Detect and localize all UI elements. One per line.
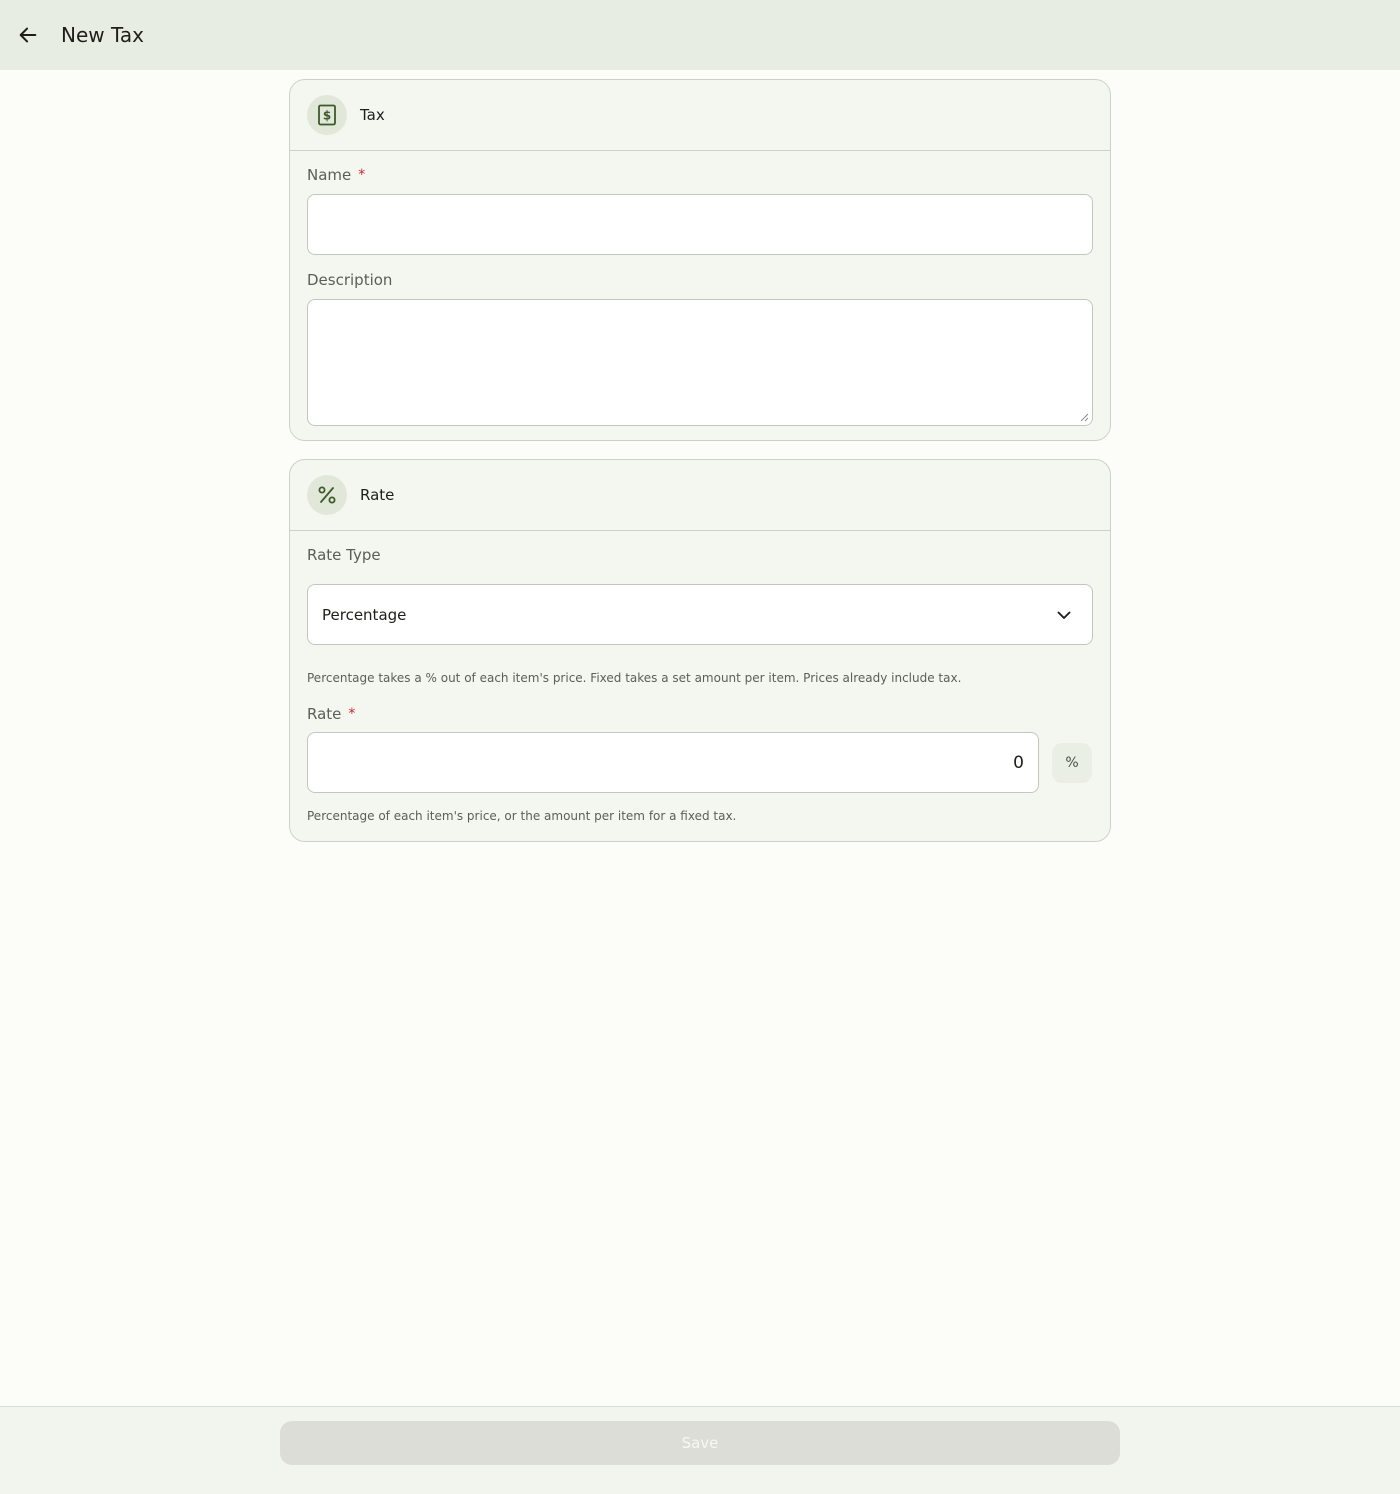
description-label-text: Description: [307, 271, 393, 289]
receipt-dollar-icon: $: [318, 104, 336, 126]
description-textarea[interactable]: [307, 299, 1093, 426]
rate-card-title: Rate: [360, 486, 395, 504]
chevron-down-icon: [1057, 611, 1071, 619]
required-mark: *: [358, 167, 366, 183]
top-app-bar: New Tax: [0, 0, 1400, 70]
required-mark: *: [348, 706, 356, 722]
tax-card-body: Name * Description: [290, 166, 1110, 440]
page-title: New Tax: [61, 23, 144, 47]
rate-input[interactable]: 0: [307, 732, 1039, 793]
tax-card: $ Tax Name * Description: [289, 79, 1111, 441]
tax-card-header: $ Tax: [290, 80, 1110, 151]
rate-input-row: 0 %: [307, 732, 1093, 793]
rate-unit-badge: %: [1052, 742, 1092, 783]
rate-type-label: Rate Type: [307, 546, 1093, 564]
rate-value: 0: [1013, 752, 1024, 773]
svg-text:$: $: [323, 109, 331, 123]
tax-card-title: Tax: [360, 106, 385, 124]
bottom-action-bar: Save: [0, 1406, 1400, 1494]
description-label: Description: [307, 271, 1093, 289]
rate-label-text: Rate: [307, 705, 342, 723]
rate-card-header: Rate: [290, 460, 1110, 531]
rate-type-label-text: Rate Type: [307, 546, 381, 564]
rate-label: Rate *: [307, 705, 1093, 723]
rate-card-icon-circle: [307, 475, 347, 515]
name-input[interactable]: [307, 194, 1093, 255]
rate-type-helper-text: Percentage takes a % out of each item's …: [307, 671, 962, 685]
resize-handle-icon[interactable]: [1080, 413, 1089, 422]
rate-card: Rate Rate Type Percentage Percentage tak…: [289, 459, 1111, 842]
rate-type-select[interactable]: Percentage: [307, 584, 1093, 645]
percent-icon: [318, 486, 336, 504]
rate-type-selected-value: Percentage: [322, 605, 407, 624]
save-button[interactable]: Save: [280, 1421, 1120, 1465]
name-label-text: Name: [307, 166, 352, 184]
name-label: Name *: [307, 166, 1093, 184]
rate-card-body: Rate Type Percentage Percentage takes a …: [290, 546, 1110, 841]
rate-helper-text: Percentage of each item's price, or the …: [307, 809, 737, 823]
arrow-left-icon: [19, 27, 37, 43]
tax-card-icon-circle: $: [307, 95, 347, 135]
back-button[interactable]: [8, 15, 48, 55]
